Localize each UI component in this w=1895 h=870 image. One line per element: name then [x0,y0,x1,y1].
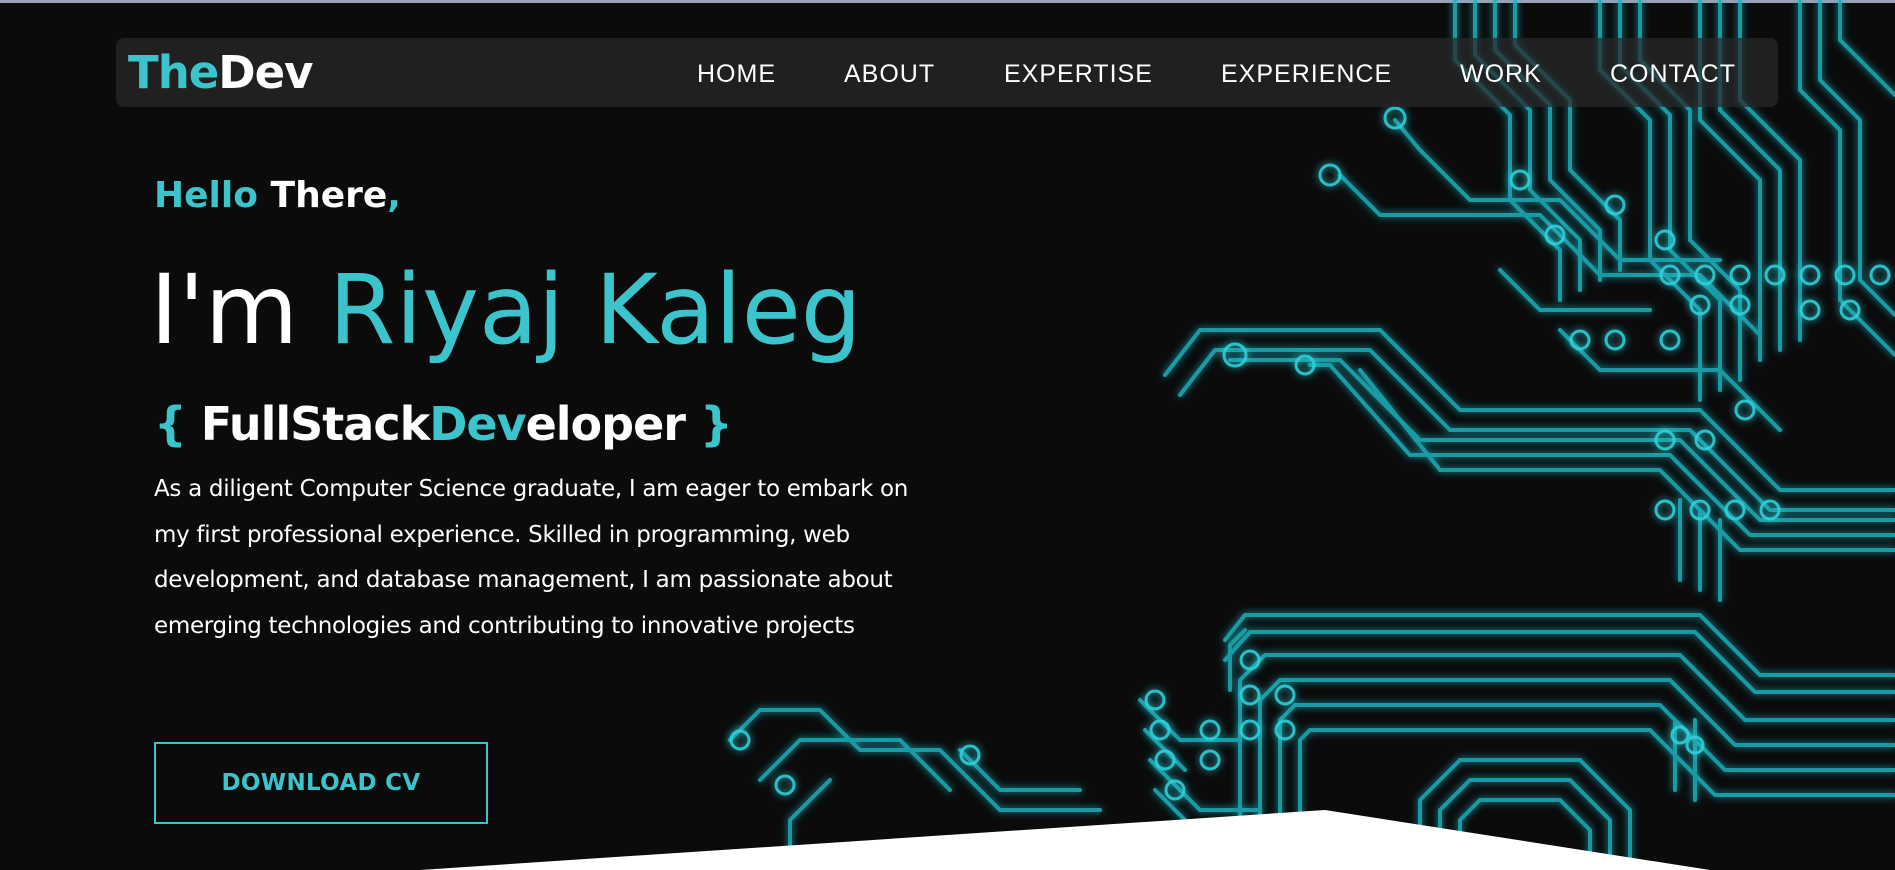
nav-experience[interactable]: EXPERIENCE [1221,60,1392,88]
nav-about[interactable]: ABOUT [844,60,935,88]
nav-work[interactable]: WORK [1460,60,1542,88]
nav-expertise[interactable]: EXPERTISE [1004,60,1153,88]
nav-home[interactable]: HOME [697,60,776,88]
greeting: Hello There, [154,173,401,219]
logo-part-the: The [128,46,219,99]
hero-heading: I'm Riyaj Kaleg [150,250,862,370]
nav-contact[interactable]: CONTACT [1610,60,1736,88]
hero-description: As a diligent Computer Science graduate,… [154,476,909,639]
logo[interactable]: TheDev [128,45,313,101]
role-title: { FullStackDeveloper } [154,394,733,454]
role-part-fullstack: FullStack [200,397,430,451]
greeting-hello: Hello [154,175,258,216]
role-part-dev: Dev [429,397,526,451]
greeting-there: There [270,175,388,216]
name-prefix: I'm [150,254,299,366]
navbar: TheDev HOME ABOUT EXPERTISE EXPERIENCE W… [116,38,1778,107]
download-cv-button[interactable]: DOWNLOAD CV [154,742,488,824]
name-text: Riyaj Kaleg [328,254,862,366]
role-part-eloper: eloper [525,397,686,451]
logo-part-dev: Dev [218,46,313,99]
greeting-comma: , [387,175,401,216]
role-brace-close: } [699,397,733,451]
role-brace-open: { [154,397,187,451]
